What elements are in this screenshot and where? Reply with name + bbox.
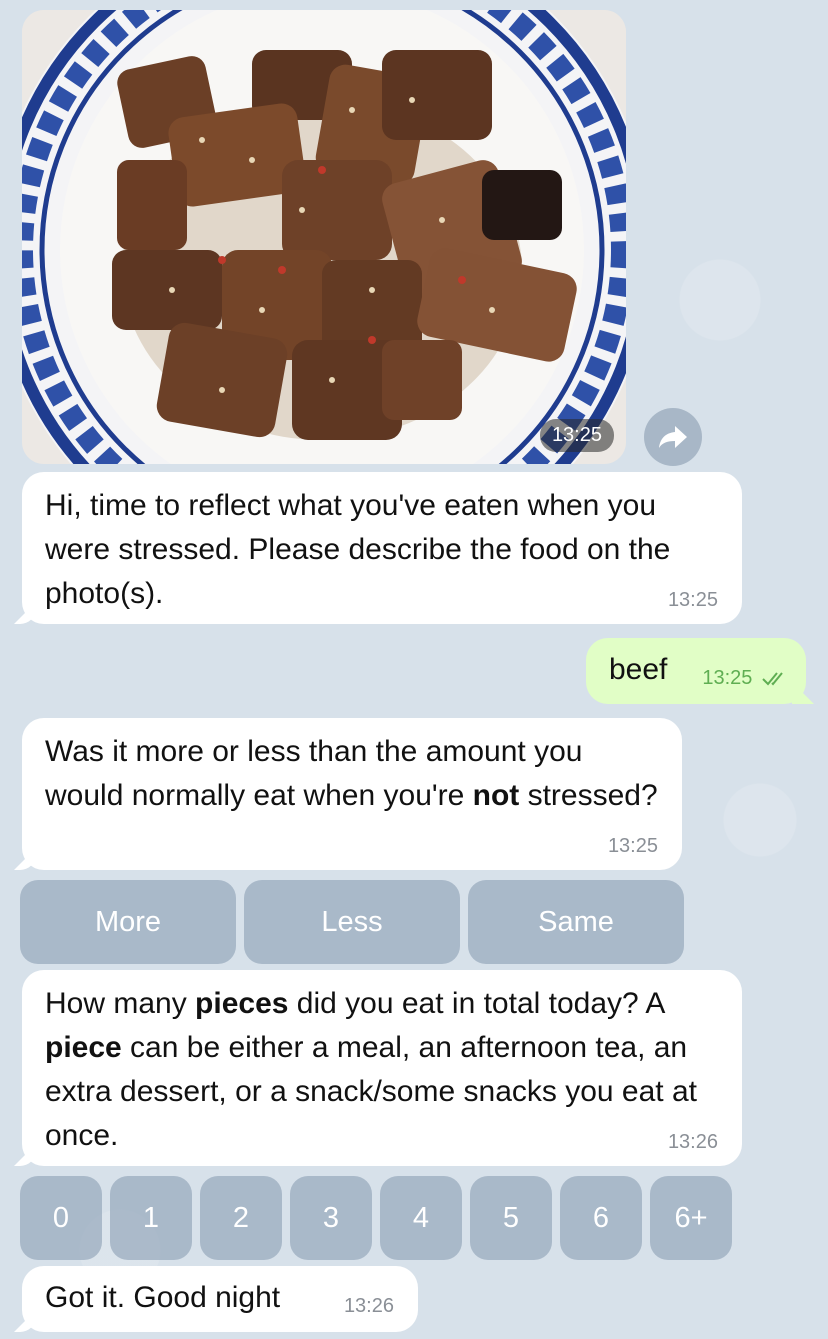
message-text: Was it more or less than the amount you …	[45, 735, 658, 812]
keyboard-button-less[interactable]: Less	[244, 880, 460, 964]
message-time: 13:25	[607, 835, 658, 857]
keyboard-button-6plus[interactable]: 6+	[650, 1176, 732, 1260]
bot-message-pieces: How many pieces did you eat in total tod…	[22, 970, 742, 1166]
message-text-part: stressed?	[519, 779, 658, 812]
double-check-icon	[762, 672, 783, 686]
message-text-bold: not	[472, 779, 520, 812]
message-time: 13:26	[343, 1295, 394, 1317]
keyboard-button-6[interactable]: 6	[560, 1176, 642, 1260]
message-text-bold: piece	[45, 1031, 122, 1064]
forward-arrow-icon	[659, 426, 687, 448]
message-time-text: 13:25	[702, 667, 753, 689]
keyboard-button-5[interactable]: 5	[470, 1176, 552, 1260]
message-time: 13:26	[667, 1131, 718, 1153]
keyboard-button-3[interactable]: 3	[290, 1176, 372, 1260]
message-text-part: did you eat in total today? A	[288, 987, 664, 1020]
message-text: beef	[609, 653, 668, 686]
food-photo	[22, 10, 626, 464]
user-message-beef: beef 13:25	[586, 638, 806, 704]
message-time: 13:25	[667, 589, 718, 611]
message-time: 13:25	[702, 666, 790, 690]
bot-message-amount: Was it more or less than the amount you …	[22, 718, 682, 870]
inline-keyboard-pieces: 0 1 2 3 4 5 6 6+	[20, 1176, 732, 1260]
keyboard-button-1[interactable]: 1	[110, 1176, 192, 1260]
keyboard-button-0[interactable]: 0	[20, 1176, 102, 1260]
message-text: Hi, time to reflect what you've eaten wh…	[45, 489, 671, 610]
photo-timestamp: 13:25	[539, 419, 614, 452]
bot-message-goodnight: Got it. Good night 13:26	[22, 1266, 418, 1332]
photo-message[interactable]: 13:25	[22, 10, 626, 464]
message-text-bold: pieces	[195, 987, 289, 1020]
message-text: How many pieces did you eat in total tod…	[45, 987, 697, 1152]
keyboard-button-4[interactable]: 4	[380, 1176, 462, 1260]
forward-button[interactable]	[644, 408, 702, 466]
keyboard-button-same[interactable]: Same	[468, 880, 684, 964]
message-text-part: can be either a meal, an afternoon tea, …	[45, 1031, 697, 1152]
keyboard-button-2[interactable]: 2	[200, 1176, 282, 1260]
keyboard-button-more[interactable]: More	[20, 880, 236, 964]
bot-message-describe: Hi, time to reflect what you've eaten wh…	[22, 472, 742, 624]
message-text-part: How many	[45, 987, 196, 1020]
message-text: Got it. Good night	[45, 1281, 281, 1314]
chat-background: 13:25 Hi, time to reflect what you've ea…	[0, 0, 828, 1339]
inline-keyboard-amount: More Less Same	[20, 880, 684, 964]
